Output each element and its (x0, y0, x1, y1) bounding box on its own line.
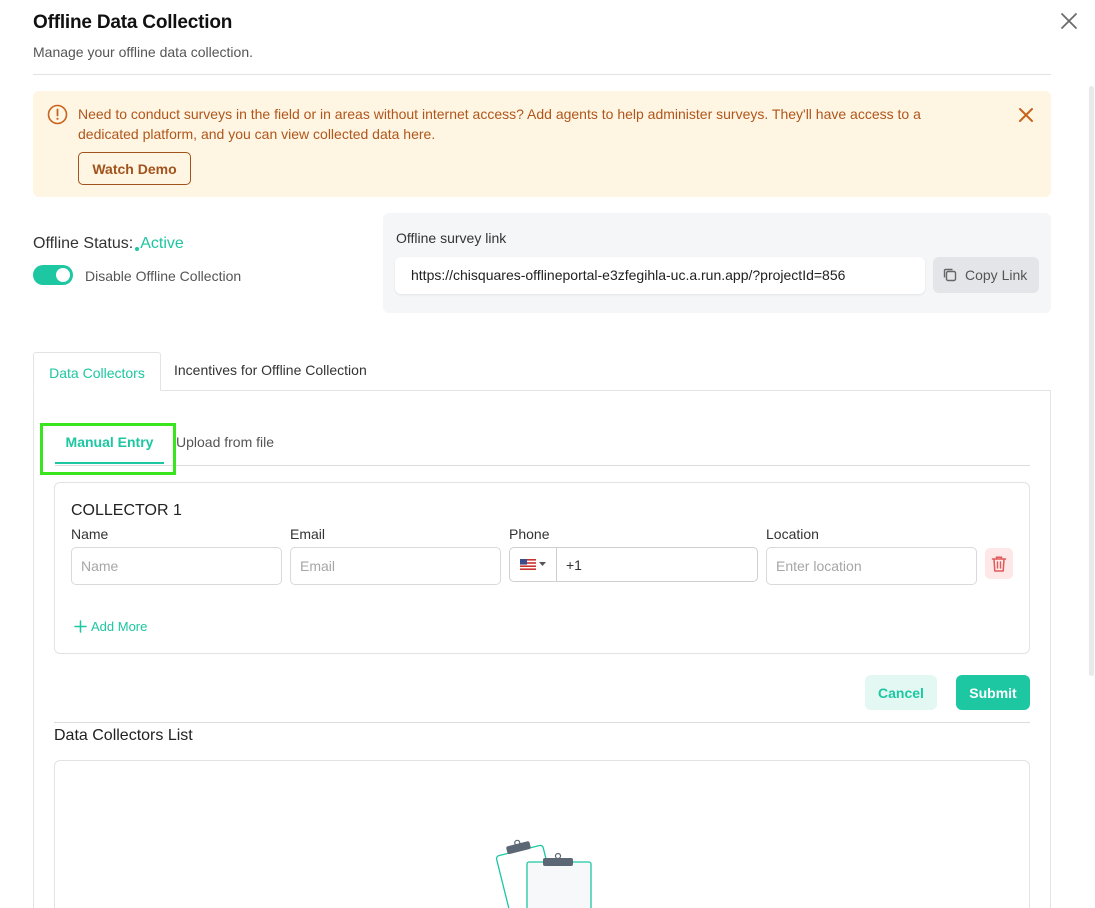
watch-demo-button[interactable]: Watch Demo (78, 152, 191, 185)
copy-icon (943, 268, 957, 282)
submit-button[interactable]: Submit (956, 675, 1030, 710)
offline-status: Offline Status: Active (33, 235, 184, 253)
email-label: Email (290, 526, 326, 542)
us-flag-icon (520, 559, 536, 570)
add-more-label: Add More (91, 619, 148, 634)
banner-message: Need to conduct surveys in the field or … (78, 106, 921, 142)
toggle-knob (56, 268, 70, 282)
copy-link-button[interactable]: Copy Link (933, 257, 1039, 293)
info-icon (47, 104, 68, 125)
status-dot (135, 247, 140, 251)
offline-status-label: Offline Status: (33, 235, 134, 252)
close-icon (1061, 13, 1077, 29)
survey-link-title: Offline survey link (396, 230, 507, 246)
offline-collection-toggle[interactable] (33, 265, 73, 285)
plus-icon (74, 620, 87, 633)
clipboard-icon (490, 838, 600, 908)
add-more-button[interactable]: Add More (74, 619, 147, 634)
copy-link-label: Copy Link (965, 267, 1028, 283)
tab-incentives[interactable]: Incentives for Offline Collection (174, 362, 367, 378)
phone-input[interactable] (557, 548, 757, 581)
header-divider (33, 74, 1051, 75)
phone-label: Phone (509, 526, 550, 542)
cancel-button[interactable]: Cancel (865, 675, 937, 710)
offline-status-value: Active (140, 235, 184, 252)
subtab-divider (55, 465, 1030, 466)
toggle-label: Disable Offline Collection (85, 268, 242, 284)
scrollbar-thumb[interactable] (1089, 86, 1094, 676)
manual-entry-highlight (40, 423, 176, 475)
close-modal-button[interactable] (1058, 10, 1080, 32)
name-input[interactable] (71, 547, 282, 585)
chevron-down-icon (539, 562, 546, 566)
delete-collector-button[interactable] (985, 548, 1013, 579)
trash-icon (991, 555, 1007, 572)
modal-title: Offline Data Collection (33, 12, 233, 33)
collector-title: COLLECTOR 1 (71, 502, 182, 519)
name-label: Name (71, 526, 109, 542)
dismiss-banner-button[interactable] (1017, 106, 1035, 124)
list-title: Data Collectors List (54, 727, 193, 744)
location-input[interactable] (766, 547, 977, 585)
subtab-upload-from-file[interactable]: Upload from file (176, 434, 274, 450)
modal-subtitle: Manage your offline data collection. (33, 44, 253, 60)
survey-link-field[interactable]: https://chisquares-offlineportal-e3zfegi… (395, 257, 925, 294)
location-label: Location (766, 526, 819, 542)
list-divider (54, 722, 1030, 723)
close-icon (1019, 108, 1033, 122)
tab-data-collectors[interactable]: Data Collectors (33, 352, 161, 391)
email-input[interactable] (290, 547, 501, 585)
country-code-select[interactable] (510, 548, 557, 581)
phone-field (509, 547, 758, 582)
